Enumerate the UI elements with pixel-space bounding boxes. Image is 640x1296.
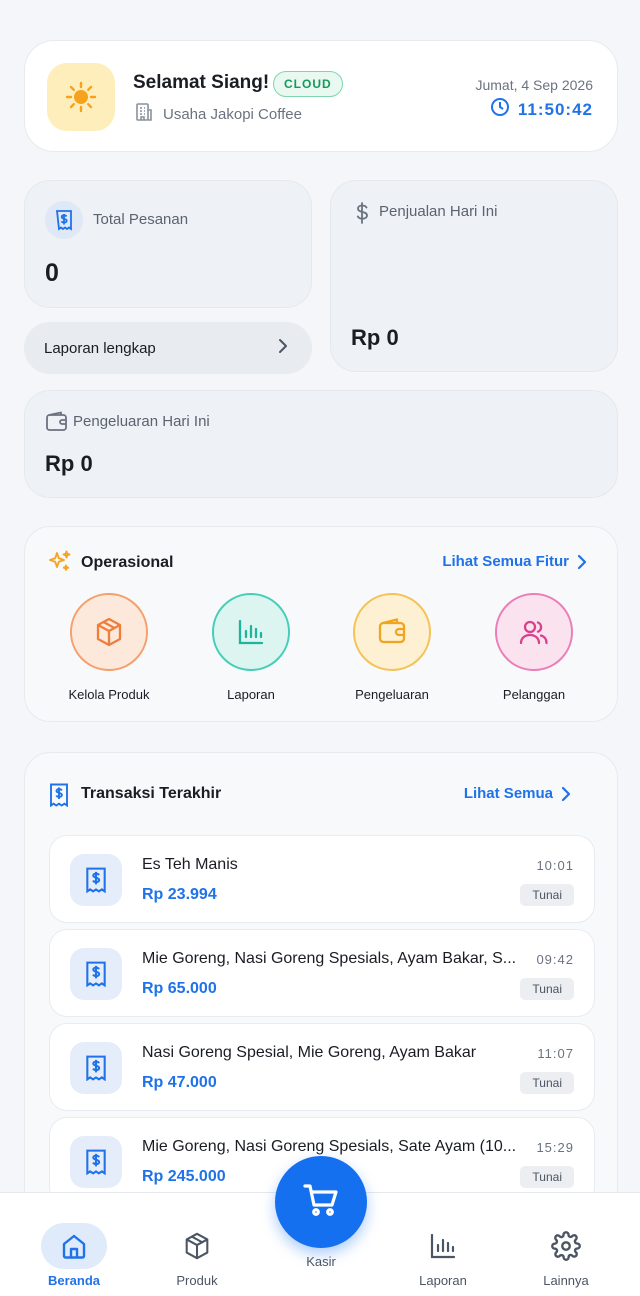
sales-today-value: Rp 0 [351,325,399,350]
customers-shortcut[interactable]: Pelanggan [474,593,594,702]
transaction-amount: Rp 65.000 [142,980,217,997]
transaction-items: Es Teh Manis [142,856,238,873]
cashier-label: Kasir [306,1254,336,1269]
customers-label: Pelanggan [502,687,566,702]
see-all-transactions-link[interactable]: Lihat Semua [464,785,571,802]
clock-icon [490,97,510,122]
sales-today-label: Penjualan Hari Ini [379,203,498,220]
see-all-transactions-label: Lihat Semua [463,785,553,802]
sun-icon [47,63,115,131]
box-icon [164,1223,230,1269]
transaction-row[interactable]: Nasi Goreng Spesial, Mie Goreng, Ayam Ba… [49,1023,595,1111]
transaction-time: 11:07 [537,1046,574,1061]
nav-products[interactable]: Produk [142,1193,252,1288]
reports-shortcut[interactable]: Laporan [191,593,311,702]
transaction-time: 10:01 [536,858,574,873]
expense-today-card[interactable]: Pengeluaran Hari Ini Rp 0 [24,390,618,498]
header-card: Selamat Siang! CLOUD Usaha Jakopi Coffee… [24,40,618,152]
expenses-shortcut[interactable]: Pengeluaran [332,593,452,702]
total-orders-card[interactable]: Total Pesanan 0 [24,180,312,308]
expense-today-value: Rp 0 [45,451,93,476]
expenses-label: Pengeluaran [355,687,429,702]
transaction-amount: Rp 245.000 [142,1168,226,1185]
header-date: Jumat, 4 Sep 2026 [475,77,593,93]
business-name: Usaha Jakopi Coffee [163,105,302,123]
transaction-time: 15:29 [536,1140,574,1155]
receipt-icon [49,783,69,812]
transaction-time: 09:42 [536,952,574,967]
receipt-icon [70,854,122,906]
sales-today-card[interactable]: Penjualan Hari Ini Rp 0 [330,180,618,372]
dollar-icon [351,201,373,230]
see-all-features-label: Lihat Semua Fitur [442,553,569,570]
transaction-amount: Rp 47.000 [142,1074,217,1091]
total-orders-value: 0 [45,259,59,287]
payment-method-badge: Tunai [520,1072,574,1094]
wallet-icon [45,411,69,438]
bar-chart-icon [212,593,290,671]
chevron-right-icon [561,786,571,801]
nav-home-label: Beranda [47,1273,101,1288]
home-screen: Selamat Siang! CLOUD Usaha Jakopi Coffee… [0,0,640,1296]
wallet-icon [353,593,431,671]
chevron-right-icon [276,338,290,358]
manage-products-label: Kelola Produk [68,687,150,702]
users-icon [495,593,573,671]
greeting-text: Selamat Siang! [133,72,270,93]
header-clock: 11:50:42 [490,97,593,122]
expense-today-label: Pengeluaran Hari Ini [73,413,210,430]
business-row: Usaha Jakopi Coffee [133,101,302,127]
see-all-features-link[interactable]: Lihat Semua Fitur [442,553,587,570]
receipt-icon [70,1042,122,1094]
operational-section: Operasional Lihat Semua Fitur Kelola Pro… [24,526,618,722]
building-icon [133,101,155,127]
receipt-icon [45,201,83,239]
transaction-items: Mie Goreng, Nasi Goreng Spesials, Ayam B… [142,950,517,967]
gear-icon [533,1223,599,1269]
cart-icon [301,1180,341,1225]
cashier-button[interactable] [275,1156,367,1248]
home-icon [41,1223,107,1269]
recent-transactions-title: Transaksi Terakhir [81,785,222,802]
receipt-icon [70,948,122,1000]
transaction-row[interactable]: Es Teh Manis Rp 23.994 10:01 Tunai [49,835,595,923]
bar-chart-icon [410,1223,476,1269]
sparkle-icon [47,549,73,580]
transaction-items: Mie Goreng, Nasi Goreng Spesials, Sate A… [142,1138,517,1155]
nav-more[interactable]: Lainnya [511,1193,621,1288]
payment-method-badge: Tunai [520,1166,574,1188]
total-orders-label: Total Pesanan [93,211,189,228]
chevron-right-icon [577,554,587,569]
box-icon [70,593,148,671]
full-report-label: Laporan lengkap [44,339,156,357]
time-text: 11:50:42 [517,99,593,119]
manage-products-shortcut[interactable]: Kelola Produk [49,593,169,702]
receipt-icon [70,1136,122,1188]
payment-method-badge: Tunai [520,978,574,1000]
transaction-amount: Rp 23.994 [142,886,217,903]
operational-title: Operasional [81,554,174,571]
payment-method-badge: Tunai [520,884,574,906]
nav-reports-label: Laporan [419,1273,467,1288]
reports-label: Laporan [227,687,275,702]
nav-home[interactable]: Beranda [19,1193,129,1288]
nav-more-label: Lainnya [543,1273,589,1288]
full-report-button[interactable]: Laporan lengkap [24,322,312,374]
transaction-row[interactable]: Mie Goreng, Nasi Goreng Spesials, Ayam B… [49,929,595,1017]
nav-reports[interactable]: Laporan [388,1193,498,1288]
cloud-status-badge: CLOUD [273,71,343,97]
nav-products-label: Produk [176,1273,218,1288]
transaction-items: Nasi Goreng Spesial, Mie Goreng, Ayam Ba… [142,1044,477,1061]
